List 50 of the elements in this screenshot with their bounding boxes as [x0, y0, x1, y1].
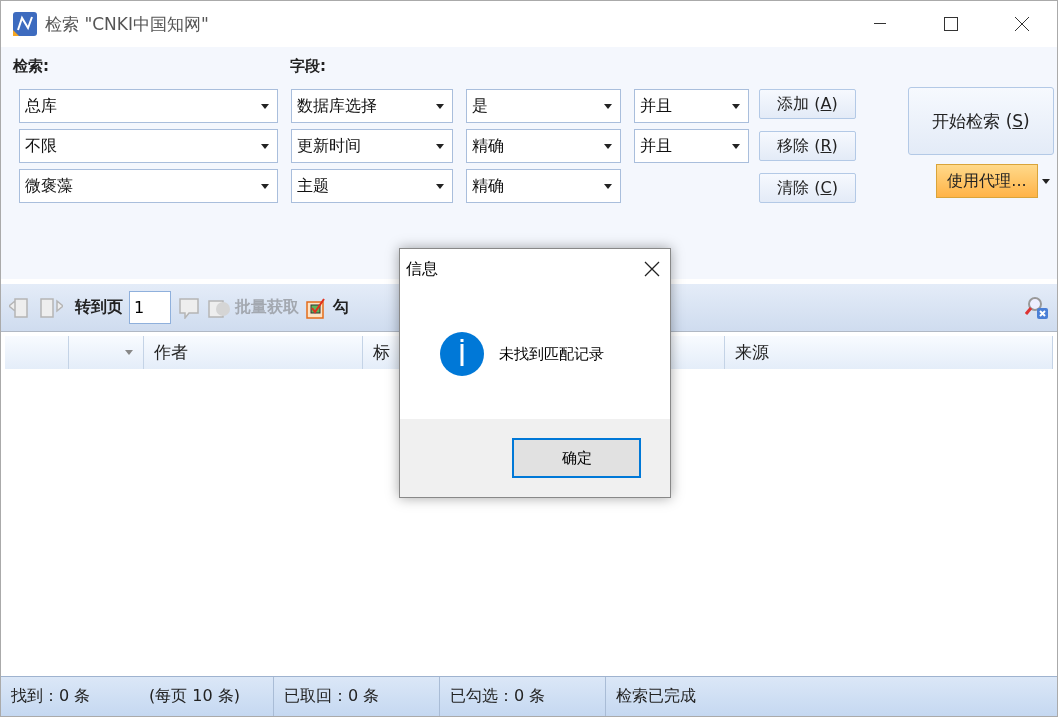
dropdown[interactable]: 数据库选择	[291, 89, 453, 123]
caret-icon	[604, 103, 612, 109]
dropdown[interactable]: 更新时间	[291, 129, 453, 163]
fetched-count: 已取回：0 条	[274, 677, 440, 716]
dialog-message: 未找到匹配记录	[499, 344, 604, 364]
close-icon[interactable]	[1014, 17, 1029, 31]
maximize-icon[interactable]	[943, 17, 958, 31]
clear-search-icon[interactable]	[1025, 295, 1049, 320]
caret-icon	[125, 350, 133, 355]
dropdown[interactable]: 是	[466, 89, 621, 123]
start-search-button[interactable]: 开始检索 (S)	[908, 87, 1054, 155]
info-icon	[439, 331, 485, 377]
caret-icon	[436, 183, 444, 189]
field-label: 字段:	[290, 57, 327, 77]
action-button[interactable]: 清除 (C)	[759, 173, 856, 203]
caret-icon	[1042, 178, 1050, 184]
dropdown[interactable]: 主题	[291, 169, 453, 203]
caret-icon	[732, 143, 740, 149]
caret-icon	[261, 183, 269, 189]
dropdown[interactable]: 精确	[466, 129, 621, 163]
caret-icon	[604, 143, 612, 149]
action-button[interactable]: 移除 (R)	[759, 131, 856, 161]
page-field[interactable]: 1	[129, 291, 171, 324]
caret-icon	[732, 103, 740, 109]
dropdown[interactable]: 精确	[466, 169, 621, 203]
caret-icon	[261, 143, 269, 149]
dropdown[interactable]: 微褒藻	[19, 169, 278, 203]
window-title: 检索 "CNKI中国知网"	[45, 12, 210, 36]
caret-icon	[436, 143, 444, 149]
goto-page-label: 转到页	[75, 297, 123, 318]
proxy-button[interactable]: 使用代理...	[936, 164, 1038, 198]
caret-icon	[604, 183, 612, 189]
dialog-title: 信息	[406, 258, 438, 280]
check-button[interactable]: 勾	[305, 296, 349, 319]
search-label: 检索:	[13, 57, 50, 77]
caret-icon	[436, 103, 444, 109]
close-icon[interactable]	[644, 261, 660, 277]
search-status: 检索已完成	[615, 685, 697, 707]
dropdown[interactable]: 并且	[634, 129, 749, 163]
ok-button[interactable]: 确定	[512, 438, 641, 478]
caret-icon	[261, 103, 269, 109]
dropdown[interactable]: 并且	[634, 89, 749, 123]
found-count: 找到：0 条	[10, 685, 92, 707]
action-button[interactable]: 添加 (A)	[759, 89, 856, 119]
app-logo-icon	[13, 12, 37, 36]
dropdown[interactable]: 不限	[19, 129, 278, 163]
dropdown[interactable]: 总库	[19, 89, 278, 123]
per-page-count: (每页 10 条)	[139, 677, 274, 716]
checked-count: 已勾选：0 条	[440, 677, 606, 716]
minimize-icon[interactable]	[873, 23, 886, 25]
